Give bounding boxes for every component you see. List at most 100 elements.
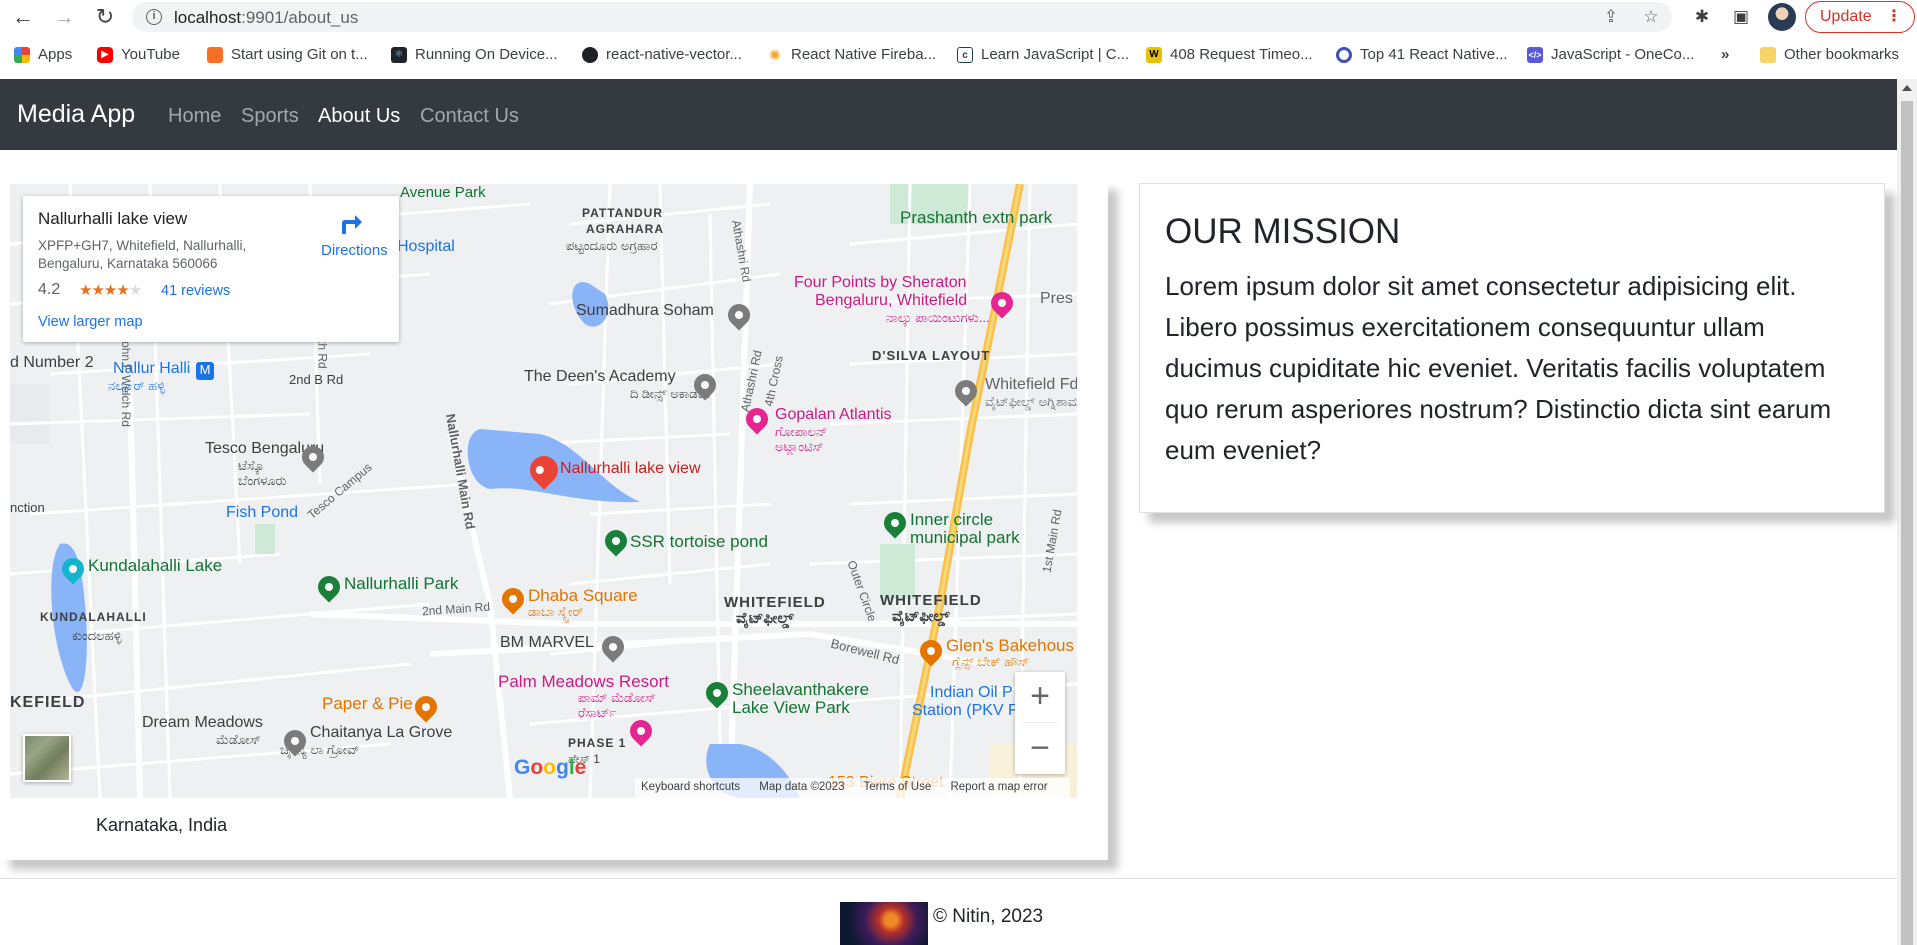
place-name: Nallurhalli lake view	[38, 209, 188, 228]
map-label-paper-pie: Paper & Pie	[322, 694, 413, 713]
apps-grid-icon	[14, 46, 30, 63]
back-arrow-icon[interactable]: ←	[9, 3, 37, 31]
url-text[interactable]: localhost:9901/about_us	[174, 8, 358, 28]
map-label-dhaba: Dhaba Square	[528, 586, 638, 605]
map-label-kundalahalli-kn: ಕುಂದಲಹಳ್ಳಿ	[72, 628, 122, 643]
map-label-john-f-welch: John F Welch Rd	[118, 335, 133, 427]
map-label-palm-meadows: Palm Meadows Resort	[498, 672, 670, 691]
address-bar[interactable]: i localhost:9901/about_us ⇪ ☆	[132, 2, 1672, 32]
bookmark-firebase[interactable]: ✺ React Native Fireba...	[767, 46, 936, 63]
scroll-up-arrow-icon[interactable]	[1902, 85, 1912, 91]
map-label-whitefield-2-kn: ವೈಟ್‌ಫೀಲ್ಡ್	[892, 608, 950, 625]
mission-text: Lorem ipsum dolor sit amet consectetur a…	[1165, 271, 1832, 465]
bookmark-youtube[interactable]: ▶ YouTube	[97, 46, 180, 63]
map-label-road-number2: d Number 2	[10, 354, 94, 371]
site-info-icon[interactable]: i	[146, 9, 162, 25]
bookmark-top-41[interactable]: Top 41 React Native...	[1336, 46, 1508, 63]
reload-icon[interactable]: ↻	[91, 3, 119, 31]
circle-icon	[1336, 46, 1352, 63]
menu-dots-icon[interactable]: ⋮	[1886, 2, 1902, 32]
map-label-avenue-park: Avenue Park	[400, 184, 486, 201]
place-info-card: Nallurhalli lake view XPFP+GH7, Whitefie…	[23, 196, 399, 342]
map-label-whitefield-fd: Whitefield Fd	[985, 376, 1077, 393]
place-address: XPFP+GH7, Whitefield, Nallurhalli, Benga…	[38, 238, 247, 271]
map-label-four-points: Four Points by Sheraton	[794, 274, 967, 291]
map-label-prashanth-park: Prashanth extn park	[900, 208, 1053, 227]
gitlab-icon	[207, 46, 223, 63]
page-scrollbar[interactable]	[1897, 79, 1917, 945]
map-label-whitefield-2: WHITEFIELD	[880, 592, 982, 609]
bookmark-vector-icons[interactable]: react-native-vector...	[582, 46, 742, 63]
navbar-brand[interactable]: Media App	[17, 100, 135, 129]
map-label-whitefield-1: WHITEFIELD	[724, 594, 826, 611]
map-data-text: Map data ©2023	[759, 781, 845, 793]
bookmarks-overflow-button[interactable]: »	[1721, 46, 1729, 63]
codecademy-icon: c	[957, 46, 973, 63]
nav-link-home[interactable]: Home	[168, 105, 221, 128]
terms-of-use-link[interactable]: Terms of Use	[864, 781, 932, 793]
browser-toolbar: ← → ↻ i localhost:9901/about_us ⇪ ☆ ✱ ▣ …	[0, 0, 1917, 34]
zoom-in-button[interactable]: +	[1015, 672, 1065, 722]
map-label-hospital: Hospital	[397, 238, 455, 255]
map-label-palm-meadows-kn: ಪಾಮ್ ಮೆಡೋಸ್ ರೆಸಾರ್ಟ್	[578, 690, 656, 720]
map-card: Avenue Park PATTANDUR AGRAHARA ಪಟ್ಟಂದೂರು…	[0, 180, 1108, 860]
youtube-icon: ▶	[97, 46, 113, 63]
page-footer: © Nitin, 2023	[0, 878, 1897, 945]
reviews-link[interactable]: 41 reviews	[161, 283, 230, 299]
map-label-2nd-b-rd: 2nd B Rd	[289, 372, 344, 387]
side-panel-icon[interactable]: ▣	[1728, 4, 1754, 30]
zoom-out-button[interactable]: −	[1015, 724, 1065, 774]
map-label-whitefield-fd-kn: ವೈಟ್‌ಫೀಲ್ಡ್ ಅಗ್ನಿಶಾಮಕ	[985, 394, 1077, 409]
extensions-puzzle-icon[interactable]: ✱	[1689, 4, 1715, 30]
map-label-inner-circle-2: municipal park	[910, 528, 1020, 547]
share-icon[interactable]: ⇪	[1600, 7, 1622, 27]
bookmark-star-icon[interactable]: ☆	[1640, 7, 1662, 27]
bookmark-apps[interactable]: Apps	[14, 46, 72, 63]
metro-station-icon[interactable]: M	[196, 362, 214, 380]
folder-icon	[1760, 46, 1776, 63]
satellite-toggle[interactable]	[23, 734, 71, 782]
embedded-map[interactable]: Avenue Park PATTANDUR AGRAHARA ಪಟ್ಟಂದೂರು…	[10, 184, 1077, 798]
map-label-gopalan-kn: ಗೋಪಾಲನ್ ಅಟ್ಲಾಂಟಿಸ್	[775, 424, 828, 454]
directions-arrow-icon[interactable]	[338, 210, 364, 236]
view-larger-map-link[interactable]: View larger map	[38, 314, 143, 330]
map-label-dream-meadows-kn: ಮೆಡೋಸ್	[216, 732, 261, 747]
map-label-tesco-kn: ಟೆಸ್ಕೊ ಬೆಂಗಳೂರು	[238, 458, 287, 488]
eagle-logo-image	[840, 902, 928, 945]
map-label-glens-kn: ಗ್ಲೆನ್ಸ್ ಬೇಕ್ ಹೌಸ್	[952, 654, 1030, 669]
forward-arrow-icon[interactable]: →	[50, 3, 78, 31]
update-button[interactable]: Update ⋮	[1805, 1, 1915, 33]
nav-link-contact-us[interactable]: Contact Us	[420, 105, 519, 128]
globe-icon	[582, 46, 598, 63]
map-label-inner-circle: Inner circle	[910, 510, 994, 529]
profile-avatar[interactable]	[1768, 3, 1796, 31]
map-label-four-points-kn: ನಾಲ್ಕು ಪಾಯಿಂಟುಗಳು...	[886, 310, 990, 325]
rating-stars-icon: ★★★★★	[79, 282, 142, 299]
bookmark-learn-javascript[interactable]: c Learn JavaScript | C...	[957, 46, 1129, 63]
firebase-icon: ✺	[769, 46, 781, 63]
app-navbar: Media App Home Sports About Us Contact U…	[0, 79, 1897, 150]
bookmark-running-on-device[interactable]: ⚛ Running On Device...	[391, 46, 558, 63]
map-label-dhaba-kn: ಡಾಬಾ ಸ್ಕ್ವೇರ್	[528, 604, 584, 619]
bookmarks-bar: Apps ▶ YouTube Start using Git on t... ⚛…	[0, 40, 1917, 74]
bookmark-onecompiler[interactable]: </> JavaScript - OneCo...	[1527, 46, 1694, 63]
map-label-dsilva: D'SILVA LAYOUT	[872, 348, 991, 363]
map-label-kefield: KEFIELD	[10, 694, 86, 711]
nav-link-about-us[interactable]: About Us	[318, 105, 400, 128]
keyboard-shortcuts-link[interactable]: Keyboard shortcuts	[641, 781, 740, 793]
map-label-kundalahalli-lake: Kundalahalli Lake	[88, 556, 223, 575]
directions-link[interactable]: Directions	[321, 242, 388, 259]
map-label-bm-marvel: BM MARVEL	[500, 634, 594, 651]
other-bookmarks[interactable]: Other bookmarks	[1760, 46, 1899, 63]
map-label-deens: The Deen's Academy	[524, 368, 676, 385]
bookmark-408-request[interactable]: W 408 Request Timeo...	[1146, 46, 1313, 63]
report-map-error-link[interactable]: Report a map error	[950, 781, 1047, 793]
map-label-agrahara: AGRAHARA	[586, 222, 664, 236]
nav-link-sports[interactable]: Sports	[241, 105, 299, 128]
w-icon: W	[1146, 46, 1162, 63]
bookmark-git[interactable]: Start using Git on t...	[207, 46, 368, 63]
mission-title: OUR MISSION	[1165, 212, 1401, 251]
map-label-dream-meadows: Dream Meadows	[142, 714, 263, 731]
map-label-glens: Glen's Bakehous	[946, 636, 1074, 655]
scroll-thumb[interactable]	[1901, 101, 1913, 945]
